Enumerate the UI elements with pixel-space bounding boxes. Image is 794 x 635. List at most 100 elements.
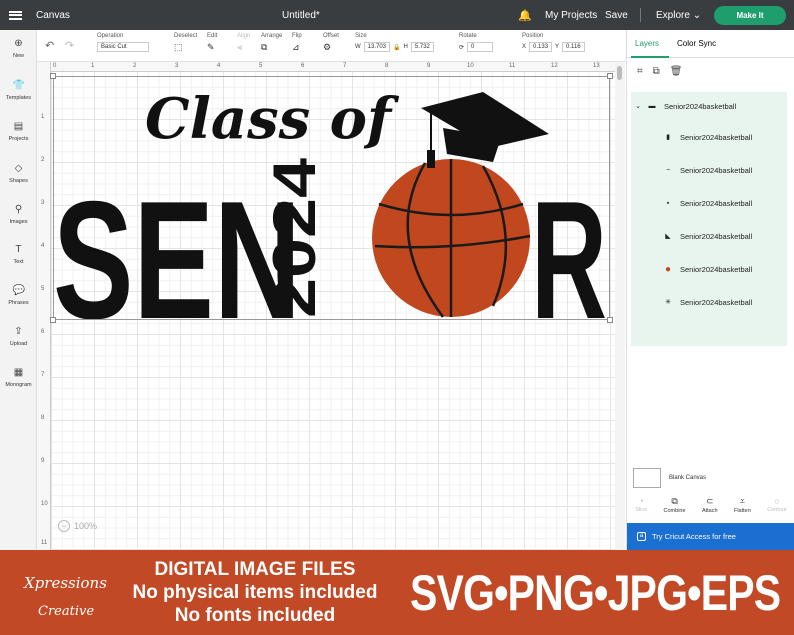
resize-handle[interactable] [50, 317, 56, 323]
ruler-tick: 7 [41, 372, 45, 378]
layer-tools: ⌗ ⧉ 🗑 [637, 66, 682, 77]
sidebar-item-images[interactable]: ⚲ Images [0, 204, 37, 225]
cricut-access-banner[interactable]: a Try Cricut Access for free [627, 523, 794, 550]
flip-icon[interactable]: ⊿ [292, 42, 300, 53]
slice-button[interactable]: ◔ Slice [635, 496, 647, 520]
edit-toolbar: ↶ ↷ Operation Basic Cut Deselect ⬚ Edit … [37, 30, 627, 62]
hamburger-icon [8, 10, 22, 20]
selection-frame [53, 76, 610, 320]
sidebar-item-new[interactable]: ⊕ New [0, 38, 37, 59]
vertical-scrollbar[interactable] [615, 62, 625, 550]
sidebar-item-templates[interactable]: 👕 Templates [0, 80, 37, 101]
explore-menu[interactable]: Explore ⌄ [656, 10, 701, 21]
ruler-tick: 9 [427, 63, 431, 69]
scrollbar-thumb[interactable] [617, 66, 622, 80]
sidebar-item-text[interactable]: T Text [0, 244, 37, 265]
bell-icon[interactable]: 🔔 [518, 9, 532, 22]
file-info-line-1: DIGITAL IMAGE FILES [154, 559, 356, 580]
group-name: Senior2024basketball [664, 101, 737, 111]
flip-label: Flip [292, 33, 302, 39]
menu-button[interactable] [0, 10, 30, 20]
resize-handle[interactable] [607, 317, 613, 323]
sidebar-label: Monogram [5, 382, 32, 388]
tab-layers[interactable]: Layers [635, 39, 659, 48]
make-it-button[interactable]: Make It [714, 6, 786, 25]
edit-pen-icon[interactable]: ✎ [207, 42, 215, 53]
align-icon[interactable]: ⫷ [237, 42, 242, 53]
app-name: Canvas [36, 9, 70, 21]
ruler-tick: 8 [41, 415, 45, 421]
blank-canvas-row[interactable]: Blank Canvas [633, 468, 706, 488]
chevron-down-icon[interactable]: ⌄ [631, 102, 645, 110]
file-info-line-2: No physical items included [132, 582, 378, 603]
layer-name: Senior2024basketball [680, 297, 753, 307]
phrases-icon: 💬 [12, 285, 25, 296]
save-button[interactable]: Save [605, 10, 628, 21]
class-of-thumb: ~ [665, 166, 671, 174]
sidebar-label: Templates [5, 95, 32, 101]
sidebar-item-monogram[interactable]: ▦ Monogram [0, 367, 37, 388]
senior-letters-thumb: ▪ [666, 199, 670, 207]
layer-item[interactable]: ◣ Senior2024basketball [631, 221, 787, 251]
combine-button[interactable]: ⧉ Combine [664, 496, 686, 520]
sidebar-item-shapes[interactable]: ◇ Shapes [0, 163, 37, 184]
sidebar-item-phrases[interactable]: 💬 Phrases [0, 285, 37, 306]
lock-icon[interactable]: 🔒 [393, 44, 400, 51]
document-title[interactable]: Untitled* [282, 10, 320, 21]
attach-icon: ⊂ [705, 496, 714, 506]
combine-icon: ⧉ [671, 496, 678, 506]
tab-color-sync[interactable]: Color Sync [677, 39, 716, 48]
layer-name: Senior2024basketball [680, 198, 753, 208]
ruler-tick: 5 [41, 286, 45, 292]
monogram-icon: ▦ [13, 367, 24, 378]
slice-icon: ◔ [638, 496, 644, 506]
group-icon[interactable]: ⌗ [637, 66, 643, 77]
my-projects-link[interactable]: My Projects [545, 10, 597, 21]
layer-name: Senior2024basketball [680, 132, 753, 142]
layer-item[interactable]: ~ Senior2024basketball [631, 155, 787, 185]
redo-icon[interactable]: ↷ [65, 39, 74, 52]
promo-banner: Xpressions Creative DIGITAL IMAGE FILES … [0, 550, 794, 635]
layer-group[interactable]: ⌄ ▬ Senior2024basketball [631, 94, 787, 118]
sidebar-label: New [12, 53, 24, 59]
right-panel: Layers Color Sync ⌗ ⧉ 🗑 ⌄ ▬ Senior2024ba… [626, 30, 794, 550]
trash-icon[interactable]: 🗑 [670, 66, 683, 77]
y-input[interactable]: 0.116 [562, 42, 585, 52]
layer-item[interactable]: ▮ Senior2024basketball [631, 122, 787, 152]
attach-button[interactable]: ⊂ Attach [702, 496, 718, 520]
height-input[interactable]: 5.732 [410, 42, 434, 52]
operation-select[interactable]: Basic Cut [97, 42, 149, 52]
sidebar-item-projects[interactable]: ▤ Projects [0, 121, 37, 142]
resize-handle[interactable] [50, 73, 56, 79]
layer-item[interactable]: ▪ Senior2024basketball [631, 188, 787, 218]
rotate-input[interactable]: 0 [467, 42, 494, 52]
resize-handle[interactable] [607, 73, 613, 79]
contour-button[interactable]: ○ Contour [767, 496, 787, 520]
ruler-tick: 6 [41, 329, 45, 335]
panel-bottom-tools: ◔ Slice ⧉ Combine ⊂ Attach ⩡ Flatten ○ Contou… [627, 496, 794, 520]
blank-canvas-swatch[interactable] [633, 468, 661, 488]
deselect-label: Deselect [174, 33, 198, 39]
ruler-tick: 9 [41, 458, 45, 464]
deselect-icon[interactable]: ⬚ [174, 42, 183, 53]
year-text-thumb: ▮ [666, 134, 670, 141]
chevron-down-icon: ⌄ [692, 9, 702, 21]
duplicate-icon[interactable]: ⧉ [653, 66, 660, 77]
align-label: Align [237, 33, 251, 39]
offset-icon[interactable]: ⚙ [323, 42, 331, 53]
layer-item[interactable]: ✳ Senior2024basketball [631, 287, 787, 317]
shapes-icon: ◇ [14, 163, 23, 174]
arrange-icon[interactable]: ⧉ [261, 42, 267, 53]
divider [640, 8, 641, 22]
sidebar-item-upload[interactable]: ⇪ Upload [0, 326, 37, 347]
arrange-label: Arrange [261, 33, 283, 39]
undo-icon[interactable]: ↶ [45, 39, 54, 52]
ruler-tick: 2 [41, 157, 45, 163]
x-input[interactable]: 0.133 [529, 42, 553, 52]
flatten-icon: ⩡ [739, 496, 745, 506]
zoom-out-icon[interactable]: − [58, 520, 70, 532]
width-input[interactable]: 13.703 [363, 42, 391, 52]
flatten-button[interactable]: ⩡ Flatten [734, 496, 751, 520]
ruler-tick: 1 [41, 114, 45, 120]
layer-item[interactable]: ● Senior2024basketball [631, 254, 787, 284]
